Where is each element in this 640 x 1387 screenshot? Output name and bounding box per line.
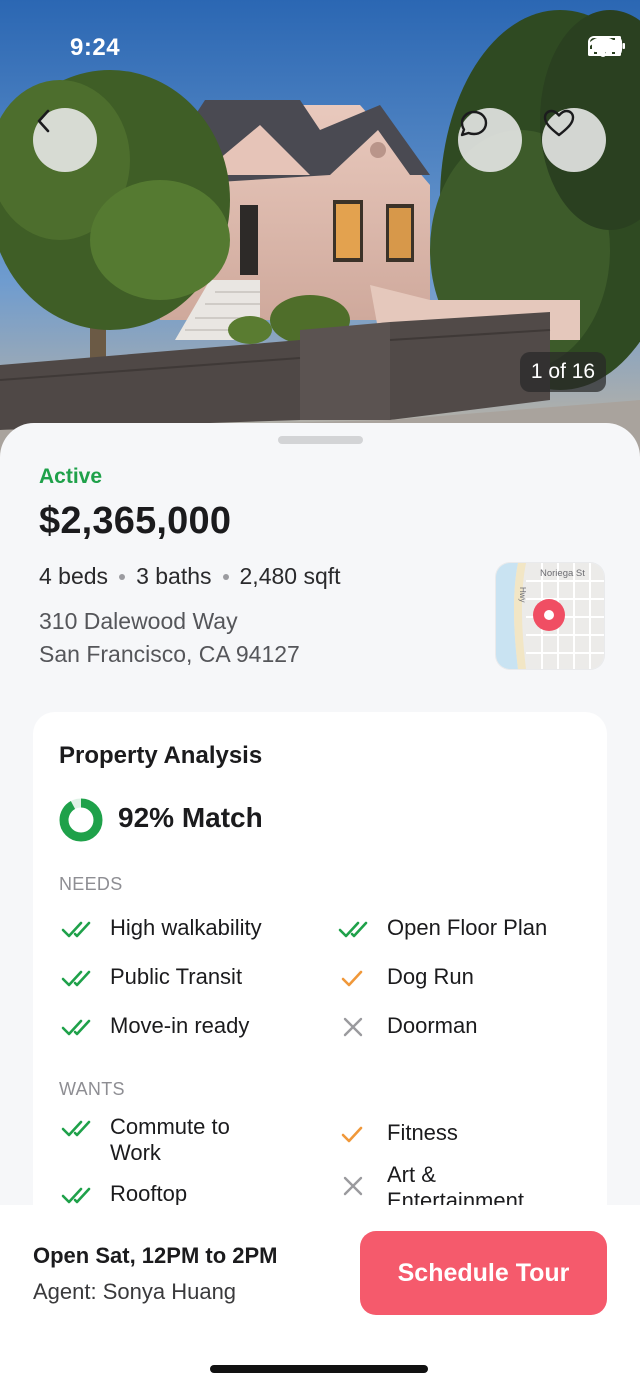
back-button[interactable] [33, 108, 97, 172]
agent-name[interactable]: Agent: Sonya Huang [33, 1279, 236, 1305]
beds-count: 4 beds [39, 563, 109, 589]
status-bar: 9:24 [0, 0, 640, 90]
sheet-grabber[interactable] [278, 436, 363, 444]
match-label: 92% Match [118, 802, 263, 833]
sqft-size: 2,480 sqft [239, 563, 341, 589]
photo-counter: 1 of 16 [520, 352, 606, 392]
property-analysis-card: Property Analysis 92% Match NEEDS High w… [33, 712, 607, 1272]
double-check-icon [61, 964, 97, 992]
open-house-time: Open Sat, 12PM to 2PM [33, 1243, 278, 1268]
address-city: San Francisco, CA 94127 [39, 641, 300, 667]
chevron-left-icon [37, 109, 50, 133]
status-time: 9:24 [70, 34, 121, 61]
double-check-icon [338, 915, 374, 943]
baths-count: 3 baths [136, 563, 212, 589]
map-illustration: Noriega St Hwy [496, 563, 604, 669]
double-check-icon [61, 1013, 97, 1041]
analysis-title: Property Analysis [59, 742, 263, 769]
want-item: Commute to Work [61, 1114, 261, 1166]
double-check-icon [61, 915, 97, 943]
separator-dot [222, 573, 229, 580]
map-thumbnail[interactable]: Noriega St Hwy [496, 563, 604, 669]
need-item: Move-in ready [61, 1013, 321, 1041]
separator-dot [119, 573, 126, 580]
x-mark-icon [338, 1172, 374, 1200]
need-item: Doorman [338, 1013, 598, 1041]
listing-status: Active [39, 465, 103, 488]
heart-icon [543, 109, 575, 137]
match-progress-ring [59, 798, 103, 842]
listing-photo[interactable]: 9:24 1 of 16 [0, 0, 640, 470]
need-item: Public Transit [61, 964, 321, 992]
double-check-icon [61, 1114, 97, 1142]
need-item: Open Floor Plan [338, 915, 598, 943]
listing-price: $2,365,000 [39, 500, 232, 542]
map-street-label: Noriega St [540, 568, 585, 579]
needs-section-label: NEEDS [59, 874, 123, 894]
check-icon [338, 964, 374, 992]
message-button[interactable] [458, 108, 522, 172]
need-item: Dog Run [338, 964, 598, 992]
wants-section-label: WANTS [59, 1079, 125, 1099]
listing-facts: 4 beds 3 baths 2,480 sqft [39, 563, 341, 590]
map-road-label: Hwy [518, 587, 527, 603]
chat-bubble-icon [460, 110, 488, 137]
schedule-tour-button[interactable]: Schedule Tour [360, 1231, 607, 1315]
home-indicator[interactable] [210, 1365, 428, 1373]
need-item: High walkability [61, 915, 321, 943]
favorite-button[interactable] [542, 108, 606, 172]
bottom-action-bar: Open Sat, 12PM to 2PM Agent: Sonya Huang… [0, 1205, 640, 1387]
x-mark-icon [338, 1013, 374, 1041]
check-icon [338, 1120, 374, 1148]
address-street: 310 Dalewood Way [39, 608, 238, 634]
want-item: Fitness [338, 1120, 598, 1148]
battery-icon [588, 36, 625, 56]
